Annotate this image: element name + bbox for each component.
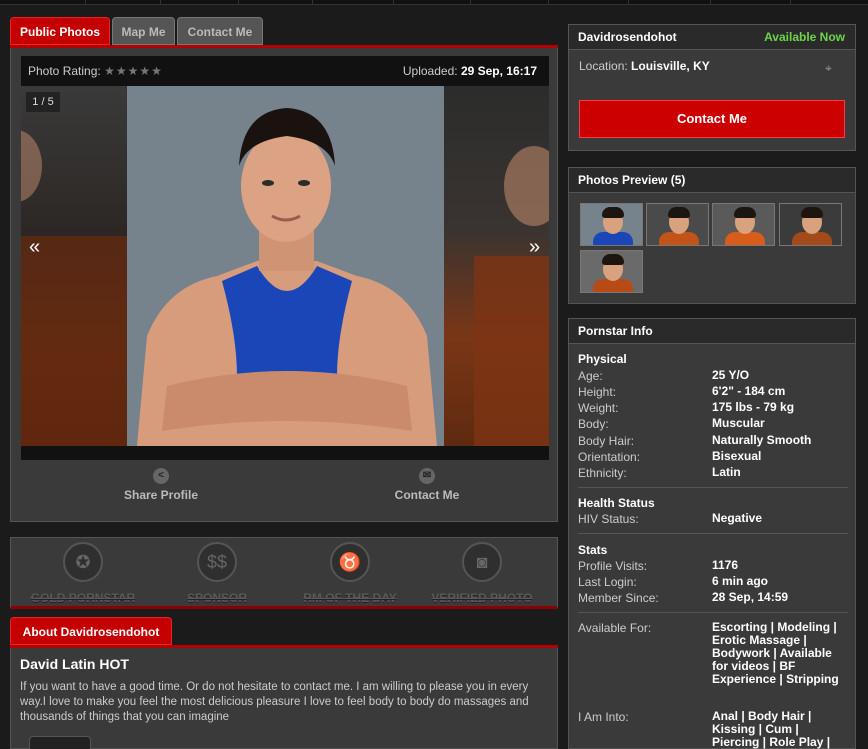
rating-stars[interactable]: ★★★★★ xyxy=(104,64,163,78)
thumbnail[interactable] xyxy=(712,203,775,246)
top-bar xyxy=(0,0,868,5)
next-photo-figure xyxy=(474,146,549,446)
share-icon: < xyxy=(153,468,169,484)
info-value: Naturally Smooth xyxy=(712,433,812,447)
share-profile-link[interactable]: < Share Profile xyxy=(111,468,211,502)
into-value: Anal | Body Hair | Kissing | Cum | Pierc… xyxy=(712,709,831,749)
upload-date: Uploaded: 29 Sep, 16:17 xyxy=(403,64,537,78)
contact-me-label: Contact Me xyxy=(394,488,460,502)
info-value: 6'2" - 184 cm xyxy=(712,384,786,398)
available-for-value: Escorting | Modeling | Erotic Massage | … xyxy=(712,620,839,686)
badge-label: GOLD PORNSTAR xyxy=(30,591,136,605)
map-pin-icon[interactable]: ⌖ xyxy=(825,61,841,75)
photo-counter: 1 / 5 xyxy=(26,92,60,112)
photos-preview-title: Photos Preview (5) xyxy=(569,168,855,193)
main-photo[interactable] xyxy=(127,86,444,446)
info-value: Bisexual xyxy=(712,449,762,463)
about-text: If you want to have a good time. Or do n… xyxy=(20,681,529,723)
info-label: Body Hair: xyxy=(578,434,635,448)
badge-label: VERIFIED PHOTO xyxy=(431,591,533,605)
thumbnail[interactable] xyxy=(580,250,643,293)
uploaded-label: Uploaded: xyxy=(402,64,458,78)
info-label: HIV Status: xyxy=(578,512,639,526)
badge-label: SPONSOR xyxy=(186,591,247,605)
envelope-icon: ✉ xyxy=(419,468,435,484)
previous-photo-figure xyxy=(21,130,127,446)
tab-public-photos[interactable]: Public Photos xyxy=(10,17,110,45)
health-title: Health Status xyxy=(578,496,655,510)
into-label: I Am Into: xyxy=(578,710,629,724)
available-for-label: Available For: xyxy=(578,621,652,635)
divider xyxy=(578,487,848,488)
info-value: Latin xyxy=(712,465,741,479)
gallery-tabs: Public Photos Map Me Contact Me xyxy=(10,17,558,48)
info-label: Body: xyxy=(578,417,609,431)
badges-panel: ✪ GOLD PORNSTAR $$ SPONSOR ♉ RM OF THE D… xyxy=(10,537,558,609)
camera-icon: ◙ xyxy=(462,542,502,582)
info-value: Muscular xyxy=(712,416,765,430)
info-label: Member Since: xyxy=(578,591,659,605)
photos-preview-card: Photos Preview (5) xyxy=(568,167,856,304)
about-title: David Latin HOT xyxy=(20,656,129,672)
photo-rating: Photo Rating: ★★★★★ xyxy=(28,64,163,78)
info-label: Last Login: xyxy=(578,575,637,589)
previous-photo-preview[interactable] xyxy=(21,86,127,446)
divider xyxy=(578,533,848,534)
info-label: Profile Visits: xyxy=(578,559,648,573)
divider xyxy=(578,612,848,613)
info-value: 28 Sep, 14:59 xyxy=(712,590,789,604)
contact-me-button[interactable]: Contact Me xyxy=(579,100,845,138)
contact-me-link[interactable]: ✉ Contact Me xyxy=(377,468,477,502)
location-label: Location: xyxy=(579,59,628,73)
thumbnail[interactable] xyxy=(580,203,643,246)
about-tabs: About Davidrosendohot xyxy=(10,617,558,648)
info-label: Height: xyxy=(578,385,617,399)
location-value: Louisville, KY xyxy=(631,59,710,73)
info-value: 25 Y/O xyxy=(712,368,750,382)
horns-icon: ♉ xyxy=(330,542,370,582)
info-value: 175 lbs - 79 kg xyxy=(712,400,795,414)
username: Davidrosendohot xyxy=(578,30,677,44)
share-profile-label: Share Profile xyxy=(123,488,199,502)
badge-rm-of-the-day: ♉ RM OF THE DAY xyxy=(290,542,410,605)
eye-slash-icon[interactable] xyxy=(29,736,91,749)
info-label: Age: xyxy=(578,369,603,383)
gallery-header: Photo Rating: ★★★★★ Uploaded: 29 Sep, 16… xyxy=(21,56,549,86)
location: Location: Louisville, KY xyxy=(579,59,710,73)
info-label: Ethnicity: xyxy=(578,466,627,480)
portrait-figure xyxy=(127,86,444,446)
dollar-icon: $$ xyxy=(197,542,237,582)
photo-bottom-strip xyxy=(21,446,549,460)
photo-gallery: Photo Rating: ★★★★★ Uploaded: 29 Sep, 16… xyxy=(10,48,558,522)
badge-label: RM OF THE DAY xyxy=(303,591,397,605)
pornstar-info-title: Pornstar Info xyxy=(569,319,855,344)
physical-title: Physical xyxy=(578,352,627,366)
badge-verified-photo: ◙ VERIFIED PHOTO xyxy=(422,542,542,605)
uploaded-value: 29 Sep, 16:17 xyxy=(460,64,537,78)
stats-title: Stats xyxy=(578,543,608,557)
info-label: Orientation: xyxy=(578,450,641,464)
info-value: 1176 xyxy=(712,558,739,572)
status-badge: Available Now xyxy=(764,30,845,44)
thumbnail[interactable] xyxy=(646,203,709,246)
tab-about[interactable]: About Davidrosendohot xyxy=(10,617,172,645)
about-panel: David Latin HOT If you want to have a go… xyxy=(10,648,558,749)
tab-contact-me[interactable]: Contact Me xyxy=(177,17,263,45)
pornstar-info-card: Pornstar Info Physical Age: 25 Y/O Heigh… xyxy=(568,318,856,749)
next-arrow-icon[interactable]: » xyxy=(529,236,540,259)
info-value: Negative xyxy=(712,511,763,525)
profile-card: Davidrosendohot Available Now Location: … xyxy=(568,24,856,151)
medal-icon: ✪ xyxy=(63,542,103,582)
next-photo-preview[interactable] xyxy=(444,86,549,446)
badge-sponsor: $$ SPONSOR xyxy=(157,542,277,605)
prev-arrow-icon[interactable]: « xyxy=(29,236,40,259)
thumbnail[interactable] xyxy=(779,203,842,246)
tab-map-me[interactable]: Map Me xyxy=(112,17,175,45)
badge-gold-pornstar: ✪ GOLD PORNSTAR xyxy=(23,542,143,605)
profile-header: Davidrosendohot Available Now xyxy=(569,25,855,50)
rating-label: Photo Rating: xyxy=(28,64,101,78)
info-label: Weight: xyxy=(578,401,619,415)
photo-viewer[interactable]: 1 / 5 « » xyxy=(21,86,549,460)
info-value: 6 min ago xyxy=(712,574,769,588)
